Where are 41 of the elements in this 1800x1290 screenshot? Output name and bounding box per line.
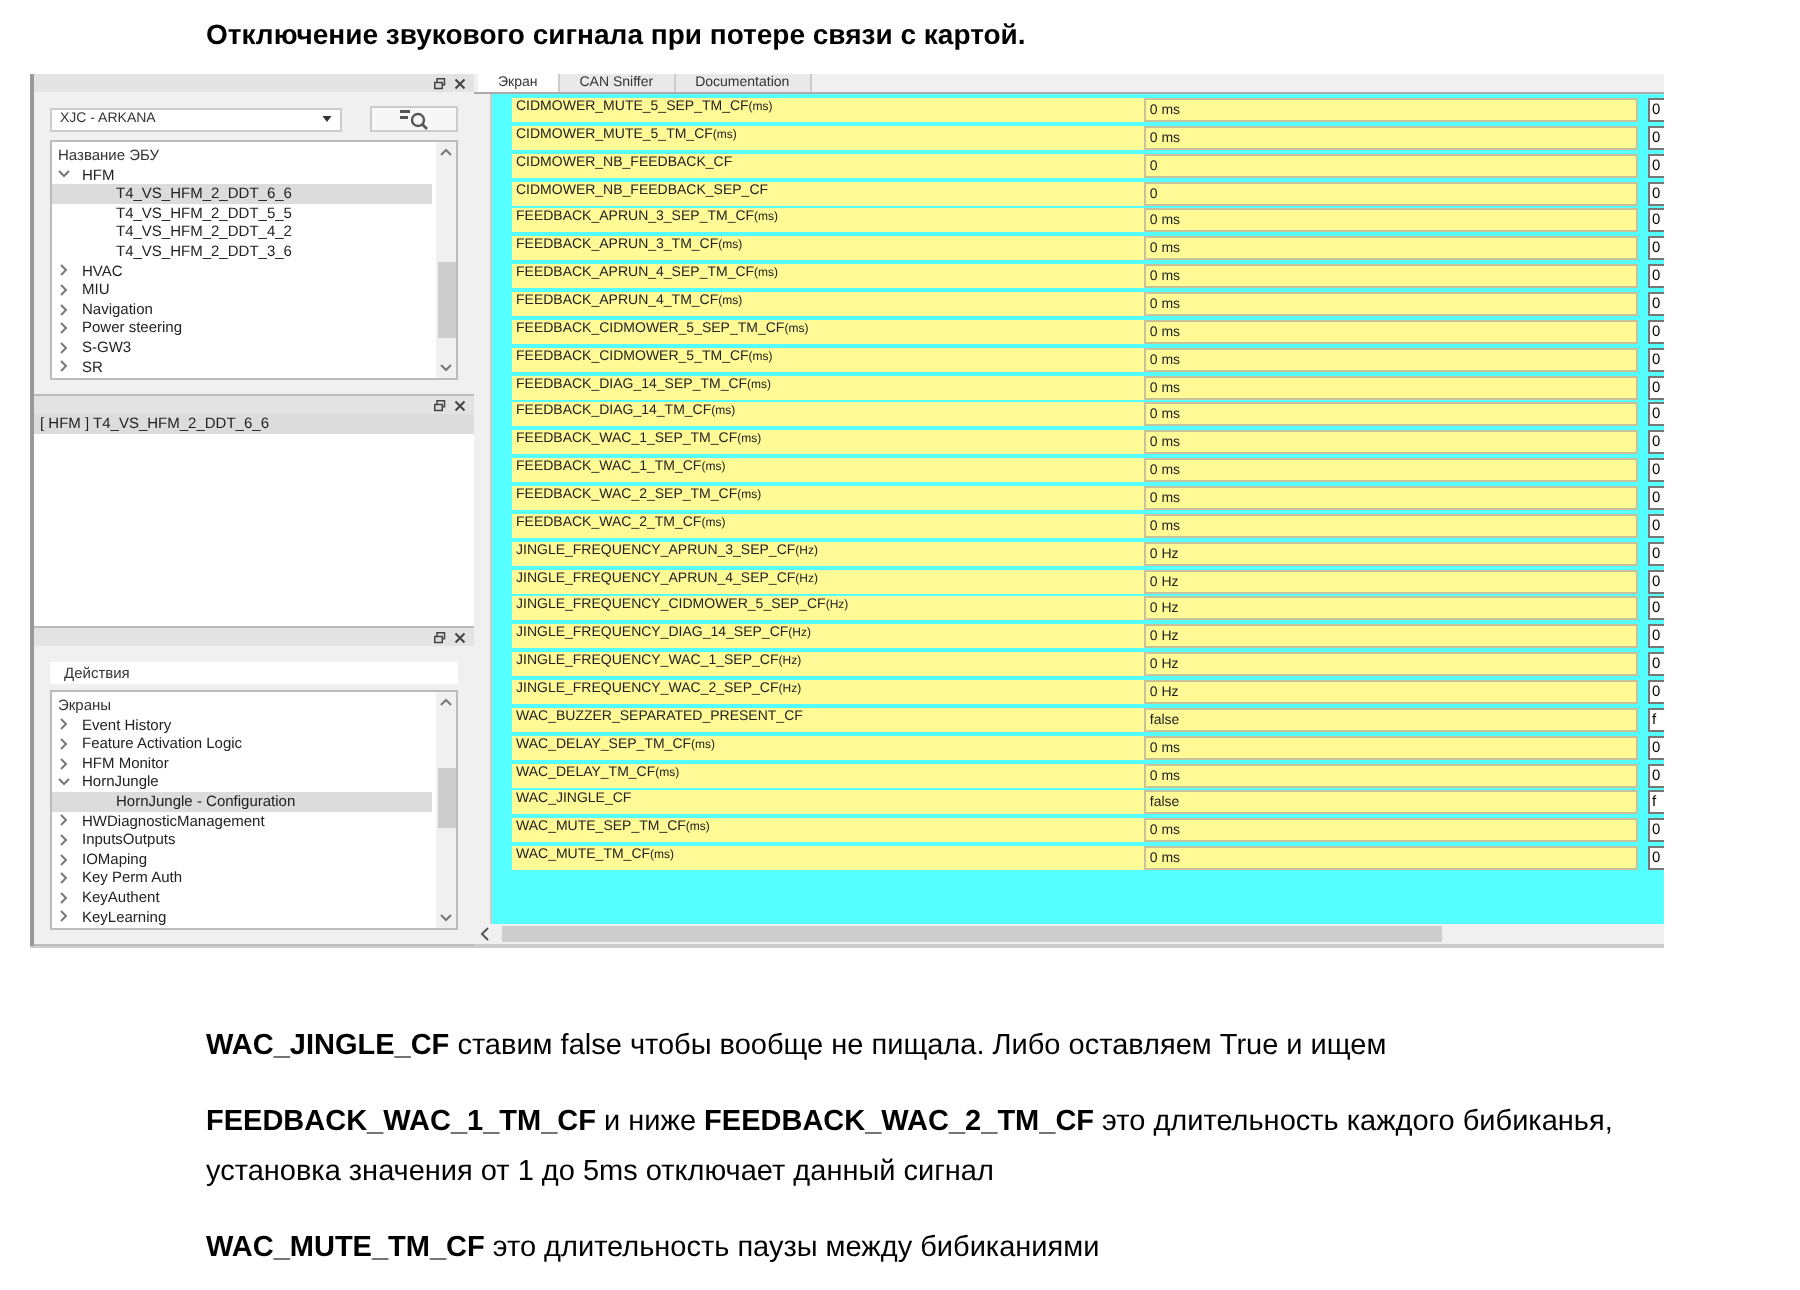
chevron-right-icon[interactable]	[58, 872, 70, 885]
chevron-right-icon[interactable]	[58, 814, 70, 827]
note-paragraph: WAC_MUTE_TM_CF это длительность паузы между бибиканиями	[206, 1230, 1102, 1268]
caret-icon	[322, 116, 332, 122]
scroll-thumb[interactable]	[437, 768, 455, 828]
chevron-right-icon[interactable]	[58, 264, 70, 277]
chevron-right-icon[interactable]	[58, 360, 70, 373]
close-icon[interactable]	[454, 631, 466, 643]
close-icon[interactable]	[454, 399, 466, 411]
scrollbar[interactable]	[436, 692, 456, 928]
restore-icon[interactable]	[434, 399, 446, 411]
horizontal-scrollbar[interactable]	[474, 924, 1664, 946]
scroll-down-icon[interactable]	[440, 914, 452, 922]
note-paragraph: FEEDBACK_WAC_1_TM_CF и ниже FEEDBACK_WAC_2_TM_CF это длительность каждого бибиканья, установка значения от 1 до 5ms отключает данный сигнал	[206, 1104, 1615, 1192]
search-button[interactable]	[370, 106, 458, 132]
scroll-down-icon[interactable]	[440, 364, 452, 372]
chevron-down-icon[interactable]	[58, 168, 70, 181]
close-icon[interactable]	[454, 77, 466, 89]
chevron-right-icon[interactable]	[58, 322, 70, 335]
note-paragraph: WAC_JINGLE_CF ставим false чтобы вообще не пищала. Либо оставляем True и ищем	[206, 1028, 1389, 1066]
chevron-right-icon[interactable]	[58, 718, 70, 731]
chevron-right-icon[interactable]	[58, 891, 70, 904]
scroll-left-icon[interactable]	[480, 926, 490, 942]
restore-icon[interactable]	[434, 77, 446, 89]
chevron-right-icon[interactable]	[58, 303, 70, 316]
page-heading: Отключение звукового сигнала при потере связи с картой.	[206, 18, 1026, 50]
scroll-up-icon[interactable]	[440, 698, 452, 706]
scroll-thumb[interactable]	[437, 262, 455, 338]
search-icon	[400, 109, 428, 129]
chevron-right-icon[interactable]	[58, 341, 70, 354]
chevron-right-icon[interactable]	[58, 737, 70, 750]
scroll-up-icon[interactable]	[440, 148, 452, 156]
chevron-right-icon[interactable]	[58, 833, 70, 846]
restore-icon[interactable]	[434, 631, 446, 643]
chevron-right-icon[interactable]	[58, 853, 70, 866]
chevron-right-icon[interactable]	[58, 283, 70, 296]
scrollbar[interactable]	[436, 142, 456, 378]
chevron-down-icon[interactable]	[58, 776, 70, 789]
scroll-thumb[interactable]	[502, 926, 1442, 942]
chevron-right-icon[interactable]	[58, 757, 70, 770]
chevron-right-icon[interactable]	[58, 910, 70, 923]
